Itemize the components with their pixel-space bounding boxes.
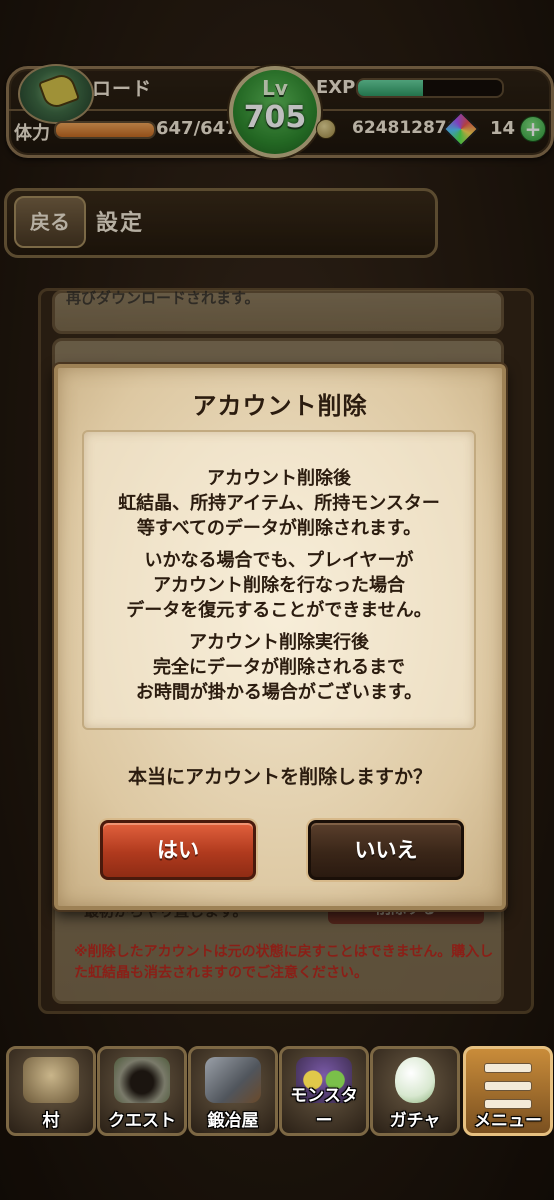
no-button[interactable]: いいえ <box>308 820 464 880</box>
cave-icon <box>114 1057 170 1103</box>
dialog-paragraph-1: アカウント削除後 虹結晶、所持アイテム、所持モンスター 等すべてのデータが削除さ… <box>118 468 440 539</box>
nav-label-village: 村 <box>42 1111 60 1131</box>
nav-label-monster: モンスター <box>290 1086 358 1131</box>
nav-item-blacksmith[interactable]: 鍛冶屋 <box>188 1046 278 1136</box>
dialog-question: 本当にアカウントを削除しますか？ <box>127 766 432 788</box>
nav-item-menu[interactable]: メニュー <box>463 1046 553 1136</box>
village-icon <box>23 1057 79 1103</box>
account-delete-dialog: アカウント削除 アカウント削除後 虹結晶、所持アイテム、所持モンスター 等すべて… <box>54 364 506 910</box>
bottom-nav: 村 クエスト 鍛冶屋 モンスター ガチャ メニュー <box>0 1040 554 1136</box>
yes-button[interactable]: はい <box>100 820 256 880</box>
nav-label-quest: クエスト <box>108 1111 176 1131</box>
nav-item-village[interactable]: 村 <box>6 1046 96 1136</box>
nav-label-blacksmith: 鍛冶屋 <box>207 1111 259 1131</box>
hammer-icon <box>205 1057 261 1103</box>
dialog-message-box: アカウント削除後 虹結晶、所持アイテム、所持モンスター 等すべてのデータが削除さ… <box>82 430 476 730</box>
dialog-title: アカウント削除 <box>192 392 368 420</box>
nav-item-gacha[interactable]: ガチャ <box>370 1046 460 1136</box>
nav-label-gacha: ガチャ <box>389 1111 441 1131</box>
nav-item-monster[interactable]: モンスター <box>279 1046 369 1136</box>
nav-item-quest[interactable]: クエスト <box>97 1046 187 1136</box>
dialog-paragraph-2: いかなる場合でも、プレイヤーが アカウント削除を行なった場合 データを復元するこ… <box>126 550 432 621</box>
dialog-paragraph-3: アカウント削除実行後 完全にデータが削除されるまで お時間が掛かる場合がございま… <box>135 632 423 703</box>
nav-label-menu: メニュー <box>474 1111 542 1131</box>
egg-icon <box>395 1057 435 1103</box>
